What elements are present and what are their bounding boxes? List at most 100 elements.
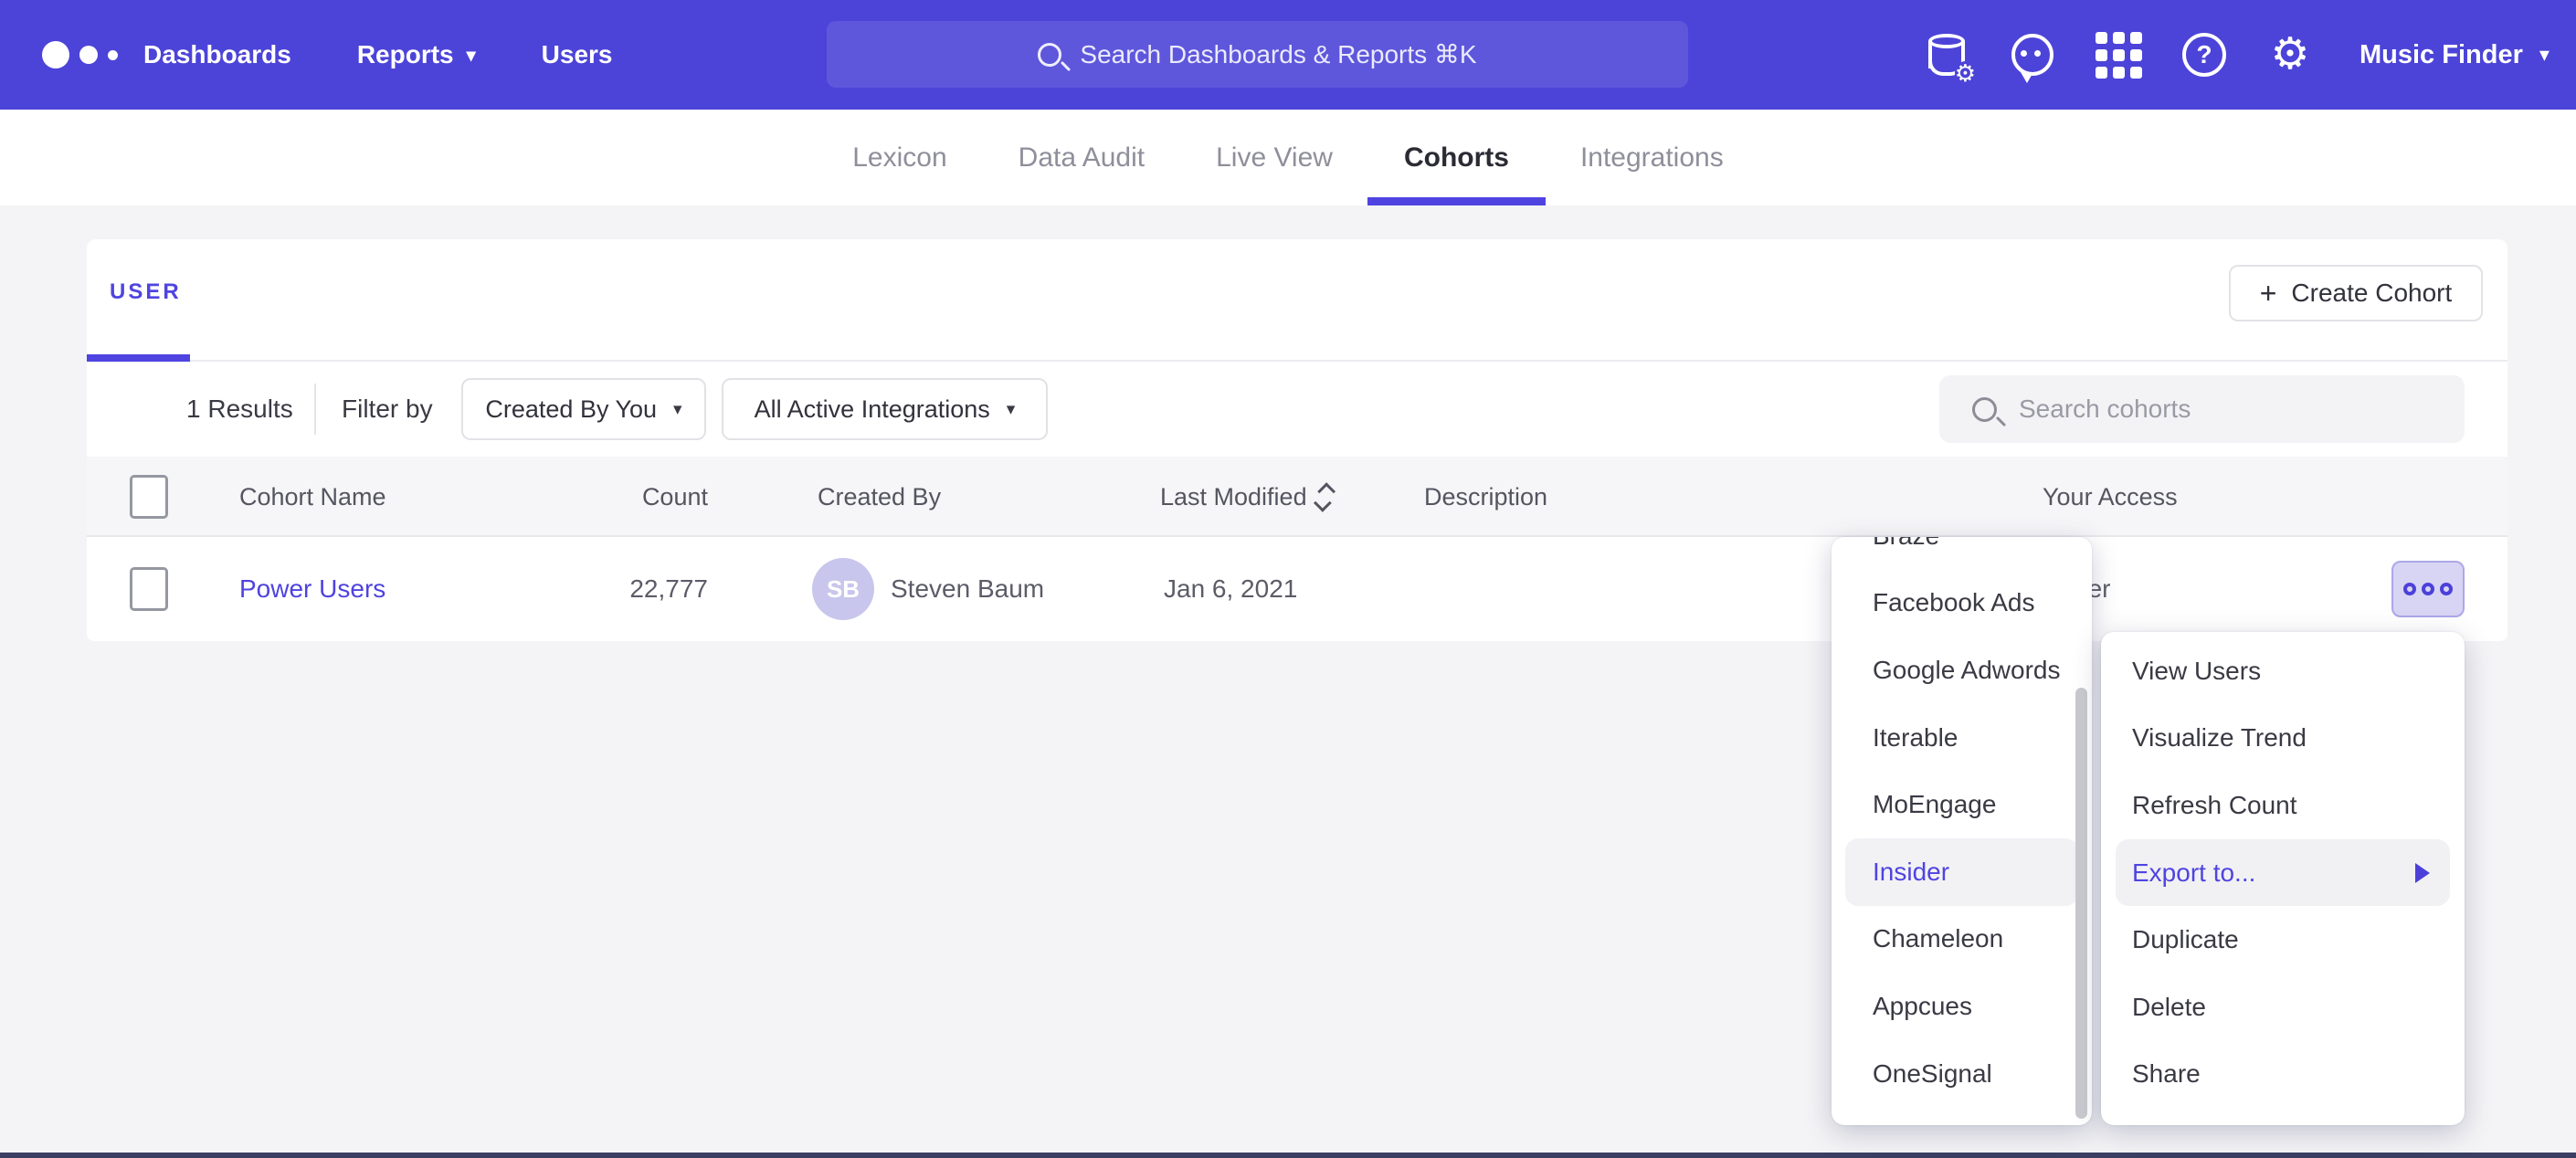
- filter-toolbar: 1 Results Filter by Created By You ▾ All…: [87, 362, 2507, 457]
- project-switcher[interactable]: Music Finder ▾: [2360, 40, 2550, 70]
- mixpanel-logo-icon[interactable]: [42, 0, 118, 110]
- nav-menu: Dashboards Reports ▾ Users: [143, 0, 613, 110]
- chevron-down-icon: ▾: [2539, 43, 2550, 67]
- table-header: Cohort Name Count Created By Last Modifi…: [87, 457, 2507, 537]
- cohort-link[interactable]: Power Users: [239, 574, 385, 604]
- integrations-filter-dropdown[interactable]: All Active Integrations ▾: [722, 378, 1048, 440]
- cohort-type-tab-row: USER + Create Cohort: [87, 239, 2507, 362]
- search-icon: [1972, 397, 1997, 422]
- menu-item-visualize-trend[interactable]: Visualize Trend: [2101, 705, 2465, 773]
- menu-item-view-users[interactable]: View Users: [2101, 637, 2465, 705]
- chevron-down-icon: ▾: [673, 399, 682, 420]
- nav-item-label: Reports: [357, 40, 454, 69]
- menu-item-onesignal[interactable]: OneSignal: [1832, 1040, 2092, 1108]
- nav-item-reports[interactable]: Reports ▾: [357, 40, 476, 69]
- logo-dot-large: [42, 41, 69, 68]
- cohort-search-input[interactable]: [2019, 395, 2421, 424]
- column-label: Last Modified: [1160, 483, 1307, 511]
- nav-item-dashboards[interactable]: Dashboards: [143, 40, 291, 69]
- divider: [314, 384, 316, 435]
- cohorts-panel: USER + Create Cohort 1 Results Filter by…: [87, 239, 2507, 641]
- row-context-menu: View Users Visualize Trend Refresh Count…: [2101, 632, 2465, 1125]
- tab-data-audit[interactable]: Data Audit: [1019, 110, 1145, 205]
- table-row: Power Users 22,777 SB Steven Baum Jan 6,…: [87, 537, 2507, 641]
- submenu-arrow-icon: [2415, 863, 2430, 883]
- tab-user-cohorts[interactable]: USER: [110, 279, 182, 305]
- results-count: 1 Results: [186, 362, 293, 457]
- dot-icon: [2403, 583, 2416, 595]
- last-modified-cell: Jan 6, 2021: [1164, 537, 1297, 641]
- tab-integrations[interactable]: Integrations: [1580, 110, 1724, 205]
- export-targets-list: Braze Facebook Ads Google Adwords Iterab…: [1832, 537, 2092, 1107]
- data-connections-icon[interactable]: ⚙: [1923, 31, 1970, 79]
- menu-item-export-to[interactable]: Export to...: [2116, 839, 2450, 907]
- menu-item-facebook-ads[interactable]: Facebook Ads: [1832, 570, 2092, 637]
- context-menu-list: View Users Visualize Trend Refresh Count…: [2101, 637, 2465, 1108]
- menu-item-google-adwords[interactable]: Google Adwords: [1832, 637, 2092, 704]
- column-header-count[interactable]: Count: [525, 457, 708, 537]
- column-header-last-modified[interactable]: Last Modified: [1160, 457, 1331, 537]
- nav-item-label: Users: [542, 40, 613, 69]
- feedback-icon[interactable]: [2009, 31, 2056, 79]
- menu-item-duplicate[interactable]: Duplicate: [2101, 906, 2465, 974]
- apps-grid-icon[interactable]: [2095, 31, 2142, 79]
- column-header-your-access[interactable]: Your Access: [2043, 457, 2178, 537]
- gear-icon: ⚙: [2270, 33, 2309, 77]
- search-icon: [1038, 43, 1061, 67]
- logo-dot-medium: [79, 46, 98, 64]
- menu-item-appcues[interactable]: Appcues: [1832, 973, 2092, 1040]
- filter-value: All Active Integrations: [755, 395, 990, 424]
- active-tab-underline: [87, 354, 190, 362]
- menu-scrollbar[interactable]: [2075, 688, 2087, 1119]
- top-nav: Dashboards Reports ▾ Users Search Dashbo…: [0, 0, 2576, 110]
- chevron-down-icon: ▾: [467, 44, 476, 67]
- export-targets-menu: Braze Facebook Ads Google Adwords Iterab…: [1832, 537, 2092, 1125]
- chat-bubble-icon: [2011, 34, 2053, 76]
- create-cohort-button[interactable]: + Create Cohort: [2229, 265, 2483, 321]
- nav-item-users[interactable]: Users: [542, 40, 613, 69]
- tab-lexicon[interactable]: Lexicon: [852, 110, 946, 205]
- row-checkbox[interactable]: [130, 567, 168, 611]
- logo-dot-small: [108, 50, 118, 60]
- created-by-cell: SB Steven Baum: [812, 537, 1044, 641]
- menu-item-chameleon[interactable]: Chameleon: [1832, 906, 2092, 974]
- project-name: Music Finder: [2360, 40, 2523, 70]
- menu-item-insider[interactable]: Insider: [1845, 838, 2078, 906]
- help-icon[interactable]: ?: [2180, 31, 2228, 79]
- filter-value: Created By You: [485, 395, 657, 424]
- menu-item-iterable[interactable]: Iterable: [1832, 704, 2092, 772]
- count-cell: 22,777: [525, 537, 708, 641]
- cohort-name-cell: Power Users: [239, 537, 385, 641]
- global-search-placeholder: Search Dashboards & Reports ⌘K: [1080, 39, 1476, 69]
- menu-item-moengage[interactable]: MoEngage: [1832, 771, 2092, 838]
- global-search-bar[interactable]: Search Dashboards & Reports ⌘K: [827, 21, 1688, 88]
- chevron-down-icon: ▾: [1007, 399, 1016, 420]
- tab-label: Data Audit: [1019, 142, 1145, 174]
- sort-icon[interactable]: [1318, 483, 1331, 511]
- bottom-edge-bar: [0, 1153, 2576, 1158]
- nav-item-label: Dashboards: [143, 40, 291, 69]
- cohort-search-box: [1939, 375, 2465, 443]
- column-header-description[interactable]: Description: [1424, 457, 1547, 537]
- question-mark-icon: ?: [2182, 33, 2226, 77]
- settings-icon[interactable]: ⚙: [2266, 31, 2314, 79]
- tab-live-view[interactable]: Live View: [1216, 110, 1333, 205]
- column-header-created-by[interactable]: Created By: [818, 457, 941, 537]
- plus-icon: +: [2260, 277, 2277, 311]
- tab-cohorts[interactable]: Cohorts: [1404, 110, 1509, 205]
- select-all-checkbox[interactable]: [130, 475, 168, 519]
- row-actions-button[interactable]: [2391, 561, 2465, 617]
- creator-name: Steven Baum: [891, 574, 1044, 604]
- grid-icon: [2096, 32, 2142, 79]
- menu-item-delete[interactable]: Delete: [2101, 974, 2465, 1041]
- created-by-filter-dropdown[interactable]: Created By You ▾: [461, 378, 706, 440]
- menu-item-share[interactable]: Share: [2101, 1041, 2465, 1109]
- database-icon: ⚙: [1928, 34, 1965, 76]
- menu-item-label: Export to...: [2132, 858, 2255, 888]
- column-header-cohort-name[interactable]: Cohort Name: [239, 457, 386, 537]
- menu-item-braze[interactable]: Braze: [1832, 537, 2092, 570]
- gear-badge-icon: ⚙: [1955, 61, 1976, 85]
- menu-item-refresh-count[interactable]: Refresh Count: [2101, 772, 2465, 839]
- filter-by-label: Filter by: [342, 362, 433, 457]
- create-cohort-label: Create Cohort: [2291, 279, 2452, 308]
